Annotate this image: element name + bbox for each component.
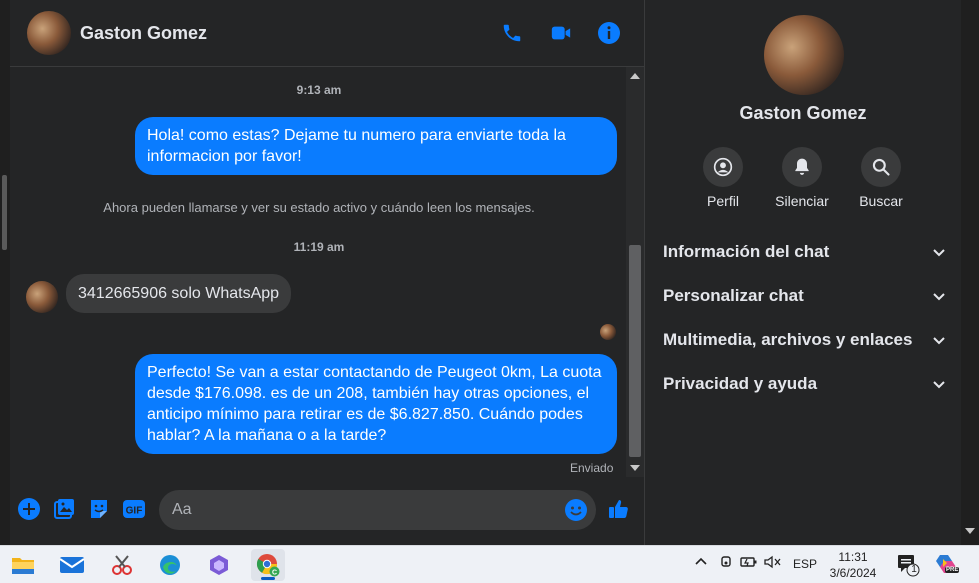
conversation-details-panel: Gaston Gomez Perfil Silenciar Buscar Inf…: [645, 0, 961, 545]
seen-indicator-avatar: [600, 324, 616, 340]
incoming-message[interactable]: 3412665906 solo WhatsApp: [66, 274, 292, 313]
search-icon[interactable]: [861, 147, 901, 187]
gif-icon[interactable]: GIF: [122, 497, 146, 521]
windows-taskbar: C ESP 11:31 3/6/2024 1 PRE: [0, 545, 979, 583]
outgoing-message[interactable]: Hola! como estas? Dejame tu numero para …: [135, 117, 617, 175]
chevron-down-icon: [933, 337, 945, 345]
video-call-icon[interactable]: [548, 20, 574, 46]
copilot-badge: PRE: [945, 567, 960, 573]
section-label: Personalizar chat: [663, 286, 804, 305]
battery-icon[interactable]: [740, 555, 758, 572]
message-status: Enviado: [570, 461, 614, 475]
sticker-icon[interactable]: [87, 497, 111, 521]
left-scrollbar-thumb[interactable]: [2, 175, 7, 250]
message-input-placeholder: Aa: [172, 501, 192, 518]
edge-browser-icon[interactable]: [153, 549, 187, 581]
search-action-label: Buscar: [859, 193, 903, 209]
message-input[interactable]: Aa: [159, 490, 596, 530]
search-action[interactable]: Buscar: [841, 147, 921, 209]
section-label: Privacidad y ayuda: [663, 374, 818, 393]
sender-avatar[interactable]: [26, 281, 58, 313]
message-composer: GIF Aa: [10, 480, 644, 540]
outgoing-message[interactable]: Perfecto! Se van a estar contactando de …: [135, 354, 617, 454]
scroll-down-icon[interactable]: [630, 465, 640, 471]
left-scrollbar[interactable]: [0, 0, 10, 545]
chat-header: Gaston Gomez: [10, 0, 644, 67]
message-list: 9:13 am Hola! como estas? Dejame tu nume…: [10, 67, 628, 477]
system-clock[interactable]: 11:31 3/6/2024: [820, 549, 886, 581]
section-label: Multimedia, archivos y enlaces: [663, 330, 913, 349]
chrome-browser-icon[interactable]: C: [251, 549, 285, 581]
photo-icon[interactable]: [52, 497, 76, 521]
mail-icon[interactable]: [55, 549, 89, 581]
emoji-icon[interactable]: [564, 498, 588, 522]
like-icon[interactable]: [607, 497, 631, 521]
file-explorer-icon[interactable]: [6, 549, 40, 581]
clipchamp-icon[interactable]: [202, 549, 236, 581]
window-scrollbar[interactable]: [961, 0, 979, 545]
mute-action[interactable]: Silenciar: [762, 147, 842, 209]
info-icon[interactable]: [596, 20, 622, 46]
notification-count: 1: [911, 564, 917, 575]
svg-text:GIF: GIF: [126, 506, 143, 517]
scroll-up-icon[interactable]: [630, 73, 640, 79]
clock-date: 3/6/2024: [829, 566, 877, 580]
section-privacy-help[interactable]: Privacidad y ayuda: [663, 364, 947, 404]
chat-notice: Ahora pueden llamarse y ver su estado ac…: [103, 200, 535, 215]
speaker-muted-icon[interactable]: [764, 555, 782, 572]
profile-name: Gaston Gomez: [739, 103, 867, 123]
chevron-down-icon: [933, 249, 945, 257]
section-chat-info[interactable]: Información del chat: [663, 232, 947, 272]
mute-action-label: Silenciar: [775, 193, 829, 209]
chevron-up-icon[interactable]: [694, 554, 708, 571]
bell-icon[interactable]: [782, 147, 822, 187]
contact-name[interactable]: Gaston Gomez: [80, 23, 207, 44]
section-customize-chat[interactable]: Personalizar chat: [663, 276, 947, 316]
section-media-files-links[interactable]: Multimedia, archivos y enlaces: [663, 320, 947, 360]
notifications-icon[interactable]: 1: [896, 553, 922, 580]
input-language[interactable]: ESP: [793, 557, 817, 571]
snipping-tool-icon[interactable]: [105, 549, 139, 581]
chevron-down-icon: [933, 293, 945, 301]
message-timestamp: 9:13 am: [296, 83, 342, 97]
voice-call-icon[interactable]: [499, 20, 525, 46]
chat-scrollbar[interactable]: [626, 67, 644, 477]
copilot-icon[interactable]: PRE: [934, 552, 960, 579]
headset-icon[interactable]: [719, 554, 733, 573]
section-label: Información del chat: [663, 242, 830, 261]
scroll-down-icon[interactable]: [965, 528, 975, 534]
profile-avatar[interactable]: [764, 15, 844, 95]
profile-action-label: Perfil: [707, 193, 739, 209]
profile-icon[interactable]: [703, 147, 743, 187]
clock-time: 11:31: [838, 550, 868, 564]
messenger-window: Gaston Gomez 9:13 am Hola! como estas? D…: [0, 0, 979, 545]
chat-panel: Gaston Gomez 9:13 am Hola! como estas? D…: [10, 0, 644, 545]
chevron-down-icon: [933, 381, 945, 389]
svg-text:C: C: [272, 569, 277, 576]
message-timestamp: 11:19 am: [293, 240, 345, 254]
contact-avatar[interactable]: [27, 11, 71, 55]
plus-icon[interactable]: [17, 497, 41, 521]
profile-action[interactable]: Perfil: [683, 147, 763, 209]
chat-scrollbar-thumb[interactable]: [629, 245, 641, 457]
